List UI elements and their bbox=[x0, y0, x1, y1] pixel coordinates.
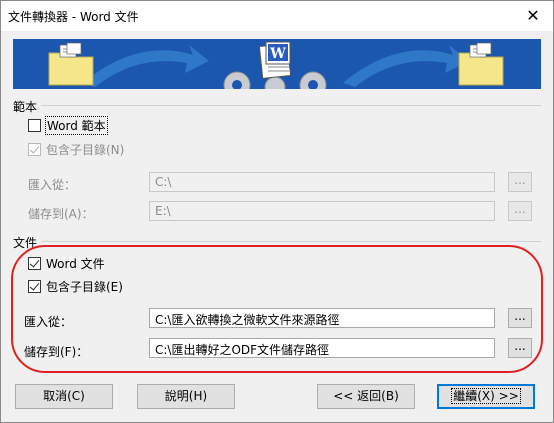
checkbox-box[interactable] bbox=[28, 143, 41, 156]
document-save-browse-button[interactable]: ... bbox=[508, 338, 532, 358]
template-include-subdirs-label: 包含子目錄(N) bbox=[46, 143, 125, 157]
template-import-browse-button[interactable]: ... bbox=[508, 172, 532, 192]
document-include-subdirs-label: 包含子目錄(E) bbox=[46, 280, 123, 294]
template-save-to-label: 儲存到(A)： bbox=[28, 207, 94, 221]
checkbox-box[interactable] bbox=[28, 280, 41, 293]
help-button[interactable]: 說明(H) bbox=[137, 384, 235, 409]
wizard-banner: W bbox=[13, 39, 541, 89]
word-document-label: Word 文件 bbox=[46, 257, 105, 271]
template-save-browse-button[interactable]: ... bbox=[508, 201, 532, 221]
document-import-from-label: 匯入從： bbox=[24, 315, 73, 329]
checkbox-box[interactable] bbox=[28, 119, 41, 132]
templates-group-label: 範本 bbox=[13, 100, 38, 114]
document-include-subdirs-checkbox[interactable]: 包含子目錄(E) bbox=[28, 278, 123, 295]
cancel-button-label: 取消(C) bbox=[43, 389, 85, 403]
document-import-browse-button[interactable]: ... bbox=[508, 308, 532, 328]
template-include-subdirs-checkbox[interactable]: 包含子目錄(N) bbox=[28, 141, 124, 158]
word-template-label: Word 範本 bbox=[45, 116, 108, 135]
template-import-from-label: 匯入從： bbox=[28, 178, 77, 192]
document-import-from-field[interactable]: C:\匯入欲轉換之微軟文件來源路徑 bbox=[149, 308, 495, 328]
document-save-to-label: 儲存到(F)： bbox=[24, 345, 89, 359]
documents-group-label: 文件 bbox=[13, 236, 38, 250]
window-title: 文件轉換器 - Word 文件 bbox=[8, 10, 139, 24]
dialog-window: 文件轉換器 - Word 文件 ✕ W 範本 Word 範本 包含子目錄(N) … bbox=[0, 0, 554, 423]
word-template-checkbox[interactable]: Word 範本 bbox=[28, 116, 108, 135]
back-button[interactable]: << 返回(B) bbox=[317, 384, 415, 409]
help-button-label: 說明(H) bbox=[164, 389, 208, 403]
title-bar: 文件轉換器 - Word 文件 ✕ bbox=[1, 1, 553, 31]
next-button[interactable]: 繼續(X) >> bbox=[437, 384, 535, 409]
back-button-label: << 返回(B) bbox=[333, 389, 399, 403]
template-save-to-field[interactable]: E:\ bbox=[149, 201, 495, 221]
divider bbox=[41, 105, 541, 106]
word-document-checkbox[interactable]: Word 文件 bbox=[28, 255, 105, 272]
cancel-button[interactable]: 取消(C) bbox=[15, 384, 113, 409]
checkbox-box[interactable] bbox=[28, 257, 41, 270]
template-import-from-field[interactable]: C:\ bbox=[149, 172, 495, 192]
divider bbox=[41, 241, 541, 242]
banner-graphic: W bbox=[13, 39, 541, 89]
next-button-label: 繼續(X) >> bbox=[451, 388, 521, 404]
svg-text:W: W bbox=[269, 46, 286, 62]
document-save-to-field[interactable]: C:\匯出轉好之ODF文件儲存路徑 bbox=[149, 338, 495, 358]
close-icon[interactable]: ✕ bbox=[521, 4, 545, 28]
word-document-icon: W bbox=[258, 41, 292, 79]
